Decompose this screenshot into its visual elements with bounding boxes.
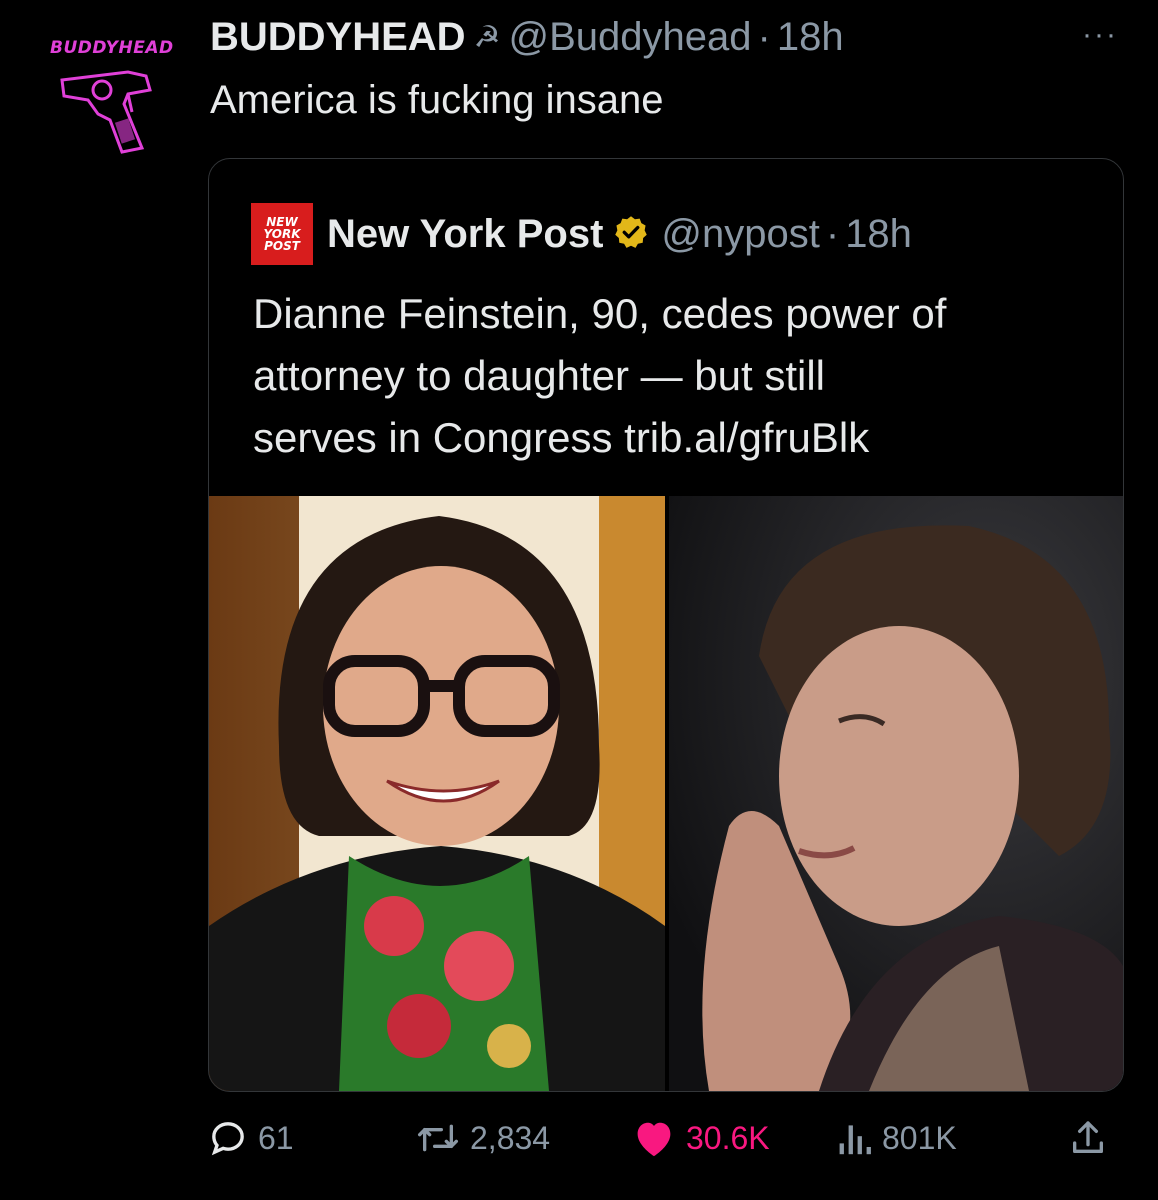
verified-badge-icon — [613, 214, 649, 255]
share-icon — [1073, 1121, 1103, 1153]
avatar[interactable]: BUDDYHEAD — [40, 30, 180, 160]
like-button[interactable]: 30.6K — [632, 1118, 770, 1158]
quoted-tweet[interactable]: NEW YORK POST New York Post @nypost · 18… — [208, 158, 1124, 1092]
heart-icon — [637, 1122, 671, 1157]
photo-older-woman[interactable] — [669, 496, 1123, 1091]
photo-woman-glasses-art — [209, 496, 665, 1091]
quoted-text-line: serves in Congress trib.al/gfruBlk — [253, 414, 870, 461]
tweet-header: BUDDYHEAD ☭ @Buddyhead · 18h ··· — [210, 10, 1118, 64]
photo-woman-glasses[interactable] — [209, 496, 665, 1091]
quoted-handle[interactable]: @nypost — [661, 212, 819, 257]
user-handle[interactable]: @Buddyhead — [508, 15, 751, 60]
action-bar: 61 2,834 30.6K 801K — [208, 1118, 1122, 1168]
retweet-button[interactable]: 2,834 — [416, 1118, 550, 1158]
reply-button[interactable]: 61 — [208, 1118, 294, 1158]
views-count: 801K — [882, 1119, 957, 1156]
photo-older-woman-art — [669, 496, 1123, 1091]
share-button[interactable] — [1068, 1118, 1108, 1158]
quoted-tweet-text: Dianne Feinstein, 90, cedes power of att… — [253, 283, 1103, 469]
retweet-count: 2,834 — [470, 1119, 551, 1156]
nypost-logo-line: POST — [264, 239, 300, 253]
reply-count: 61 — [258, 1119, 294, 1156]
quoted-text-line: attorney to daughter — but still — [253, 352, 825, 399]
avatar-logo-text: BUDDYHEAD — [50, 38, 174, 58]
display-name[interactable]: BUDDYHEAD — [210, 15, 466, 60]
more-options-icon[interactable]: ··· — [1082, 18, 1118, 52]
separator-dot: · — [757, 14, 771, 59]
like-count: 30.6K — [686, 1119, 770, 1156]
timestamp[interactable]: 18h — [777, 15, 844, 60]
views-icon — [839, 1125, 871, 1155]
separator-dot: · — [825, 211, 840, 256]
hammer-sickle-icon: ☭ — [473, 20, 501, 54]
quoted-text-line: Dianne Feinstein, 90, cedes power of — [253, 290, 947, 337]
nypost-avatar[interactable]: NEW YORK POST — [251, 203, 313, 265]
retweet-icon — [417, 1124, 458, 1152]
quoted-timestamp[interactable]: 18h — [845, 212, 912, 257]
reply-icon — [211, 1122, 244, 1156]
views-button[interactable]: 801K — [836, 1118, 957, 1158]
revolver-icon — [60, 70, 152, 154]
quoted-tweet-header: NEW YORK POST New York Post @nypost · 18… — [251, 203, 912, 265]
quoted-display-name[interactable]: New York Post — [327, 212, 603, 257]
media-grid — [209, 496, 1123, 1091]
tweet-text: America is fucking insane — [210, 78, 664, 122]
